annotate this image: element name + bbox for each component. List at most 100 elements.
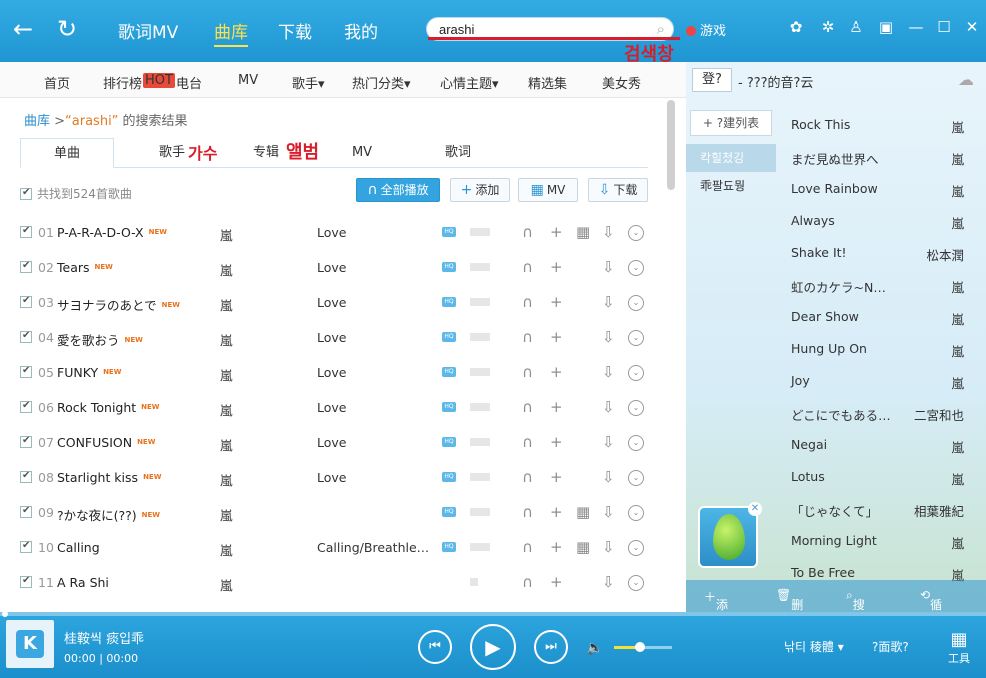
footer-delete-button[interactable]: 🗑 删除 xyxy=(776,588,803,629)
download-icon[interactable]: ⇩ xyxy=(602,433,615,451)
song-album[interactable]: Love xyxy=(317,330,346,345)
song-title[interactable]: Starlight kiss NEW xyxy=(57,470,161,485)
table-row[interactable]: 05FUNKY NEW 嵐 Love HQ ∩ + ⇩ ⌄ xyxy=(20,355,648,390)
list-item[interactable]: Lotus 嵐 xyxy=(778,460,970,492)
close-icon[interactable]: ✕ xyxy=(962,18,982,36)
song-title[interactable]: CONFUSION NEW xyxy=(57,435,155,450)
refresh-icon[interactable]: ↻ xyxy=(52,14,82,44)
song-title[interactable]: ?かな夜に(??) NEW xyxy=(57,505,160,524)
add-icon[interactable]: + xyxy=(550,258,563,276)
row-checkbox[interactable] xyxy=(20,435,32,448)
add-icon[interactable]: + xyxy=(550,468,563,486)
table-row[interactable]: 06Rock Tonight NEW 嵐 Love HQ ∩ + ⇩ ⌄ xyxy=(20,390,648,425)
song-title[interactable]: Rock Tonight NEW xyxy=(57,400,160,415)
nav-mood[interactable]: 心情主题▾ xyxy=(440,73,499,92)
song-album[interactable]: Love xyxy=(317,470,346,485)
more-icon[interactable]: ⌄ xyxy=(628,575,644,591)
song-artist[interactable]: 嵐 xyxy=(220,540,233,559)
list-item[interactable]: Joy 嵐 xyxy=(778,364,970,396)
song-artist[interactable]: 嵐 xyxy=(220,470,233,489)
listen-icon[interactable]: ∩ xyxy=(522,433,533,451)
skin-icon[interactable]: ✿ xyxy=(786,18,806,36)
footer-add-button[interactable]: ＋ 添加 xyxy=(704,588,728,629)
row-checkbox[interactable] xyxy=(20,470,32,483)
more-icon[interactable]: ⌄ xyxy=(628,505,644,521)
table-row[interactable]: 10Calling 嵐 Calling/Breathle… HQ ∩ + ▦ ⇩ ⌄ xyxy=(20,530,648,565)
nav-charts[interactable]: 排行榜 xyxy=(103,73,142,92)
more-icon[interactable]: ⌄ xyxy=(628,260,644,276)
table-row[interactable]: 07CONFUSION NEW 嵐 Love HQ ∩ + ⇩ ⌄ xyxy=(20,425,648,460)
next-button[interactable]: ⏭ xyxy=(534,630,568,664)
table-row[interactable]: 04愛を歌おう NEW 嵐 Love HQ ∩ + ⇩ ⌄ xyxy=(20,320,648,355)
settings-icon[interactable]: ✲ xyxy=(818,18,838,36)
song-title[interactable]: A Ra Shi xyxy=(57,575,109,590)
nav-mv[interactable]: MV xyxy=(238,73,258,88)
shirt-icon[interactable]: ♙ xyxy=(846,18,866,36)
song-artist[interactable]: 嵐 xyxy=(220,330,233,349)
add-icon[interactable]: + xyxy=(550,363,563,381)
more-icon[interactable]: ⌄ xyxy=(628,435,644,451)
song-title[interactable]: FUNKY NEW xyxy=(57,365,121,380)
scrollbar[interactable] xyxy=(664,100,678,612)
nav-radio[interactable]: 电台 xyxy=(176,73,202,92)
list-item[interactable]: Rock This 嵐 xyxy=(778,108,970,140)
download-icon[interactable]: ⇩ xyxy=(602,328,615,346)
mv-icon[interactable]: ▦ xyxy=(576,223,590,241)
song-album[interactable]: Love xyxy=(317,435,346,450)
add-icon[interactable]: + xyxy=(550,223,563,241)
mv-icon[interactable]: ▦ xyxy=(576,538,590,556)
tools-button[interactable]: ▦ 工具 xyxy=(946,630,972,670)
promo-egg[interactable]: ✕ xyxy=(698,502,762,568)
list-item[interactable]: Morning Light 嵐 xyxy=(778,524,970,556)
row-checkbox[interactable] xyxy=(20,225,32,238)
close-icon[interactable]: ✕ xyxy=(748,502,762,516)
list-item[interactable]: Hung Up On 嵐 xyxy=(778,332,970,364)
more-icon[interactable]: ⌄ xyxy=(628,330,644,346)
progress-track[interactable] xyxy=(0,612,986,616)
listen-icon[interactable]: ∩ xyxy=(522,538,533,556)
nav-home[interactable]: 首页 xyxy=(44,73,70,92)
more-icon[interactable]: ⌄ xyxy=(628,470,644,486)
song-album[interactable]: Love xyxy=(317,260,346,275)
nav-collections[interactable]: 精选集 xyxy=(528,73,567,92)
tab-lyrics[interactable]: 歌词 xyxy=(440,138,476,168)
table-row[interactable]: 03サヨナラのあとで NEW 嵐 Love HQ ∩ + ⇩ ⌄ xyxy=(20,285,648,320)
nav-hot-categories[interactable]: 热门分类▾ xyxy=(352,73,411,92)
listen-icon[interactable]: ∩ xyxy=(522,468,533,486)
footer-search-button[interactable]: ⌕ 搜索 xyxy=(846,588,865,629)
play-button[interactable]: ▶ xyxy=(470,624,516,670)
desktop-lyrics-button[interactable]: ?面歌? xyxy=(872,638,909,655)
back-arrow-icon[interactable]: ← xyxy=(8,14,38,44)
download-icon[interactable]: ⇩ xyxy=(602,398,615,416)
mv-icon[interactable]: ▦ xyxy=(576,503,590,521)
row-checkbox[interactable] xyxy=(20,295,32,308)
tab-songs[interactable]: 单曲 xyxy=(20,138,114,168)
games-link[interactable]: 游戏 xyxy=(686,20,726,39)
table-row[interactable]: 09?かな夜に(??) NEW 嵐 HQ ∩ + ▦ ⇩ ⌄ xyxy=(20,495,648,530)
download-icon[interactable]: ⇩ xyxy=(602,363,615,381)
song-title[interactable]: P-A-R-A-D-O-X NEW xyxy=(57,225,167,240)
add-icon[interactable]: + xyxy=(550,503,563,521)
tab-singers[interactable]: 歌手 xyxy=(152,138,192,168)
tab-mv[interactable]: MV xyxy=(344,138,380,168)
song-artist[interactable]: 嵐 xyxy=(220,295,233,314)
more-icon[interactable]: ⌄ xyxy=(628,540,644,556)
download-icon[interactable]: ⇩ xyxy=(602,293,615,311)
table-row[interactable]: 02Tears NEW 嵐 Love HQ ∩ + ⇩ ⌄ xyxy=(20,250,648,285)
song-artist[interactable]: 嵐 xyxy=(220,225,233,244)
add-icon[interactable]: + xyxy=(550,328,563,346)
more-icon[interactable]: ⌄ xyxy=(628,295,644,311)
download-button[interactable]: ⇩ 下载 xyxy=(588,178,648,202)
song-title[interactable]: Calling xyxy=(57,540,100,555)
list-item[interactable]: Shake It! 松本潤 xyxy=(778,236,970,268)
song-title[interactable]: 愛を歌おう NEW xyxy=(57,330,143,349)
listen-icon[interactable]: ∩ xyxy=(522,258,533,276)
menu-icon[interactable]: ▣ xyxy=(876,18,896,36)
tab-albums[interactable]: 专辑 xyxy=(246,138,286,168)
breadcrumb-root[interactable]: 曲库 xyxy=(24,114,50,129)
listen-icon[interactable]: ∩ xyxy=(522,293,533,311)
play-all-button[interactable]: ∩ 全部播放 xyxy=(356,178,440,202)
list-item[interactable]: Love Rainbow 嵐 xyxy=(778,172,970,204)
add-icon[interactable]: + xyxy=(550,398,563,416)
progress-handle[interactable] xyxy=(2,611,8,617)
